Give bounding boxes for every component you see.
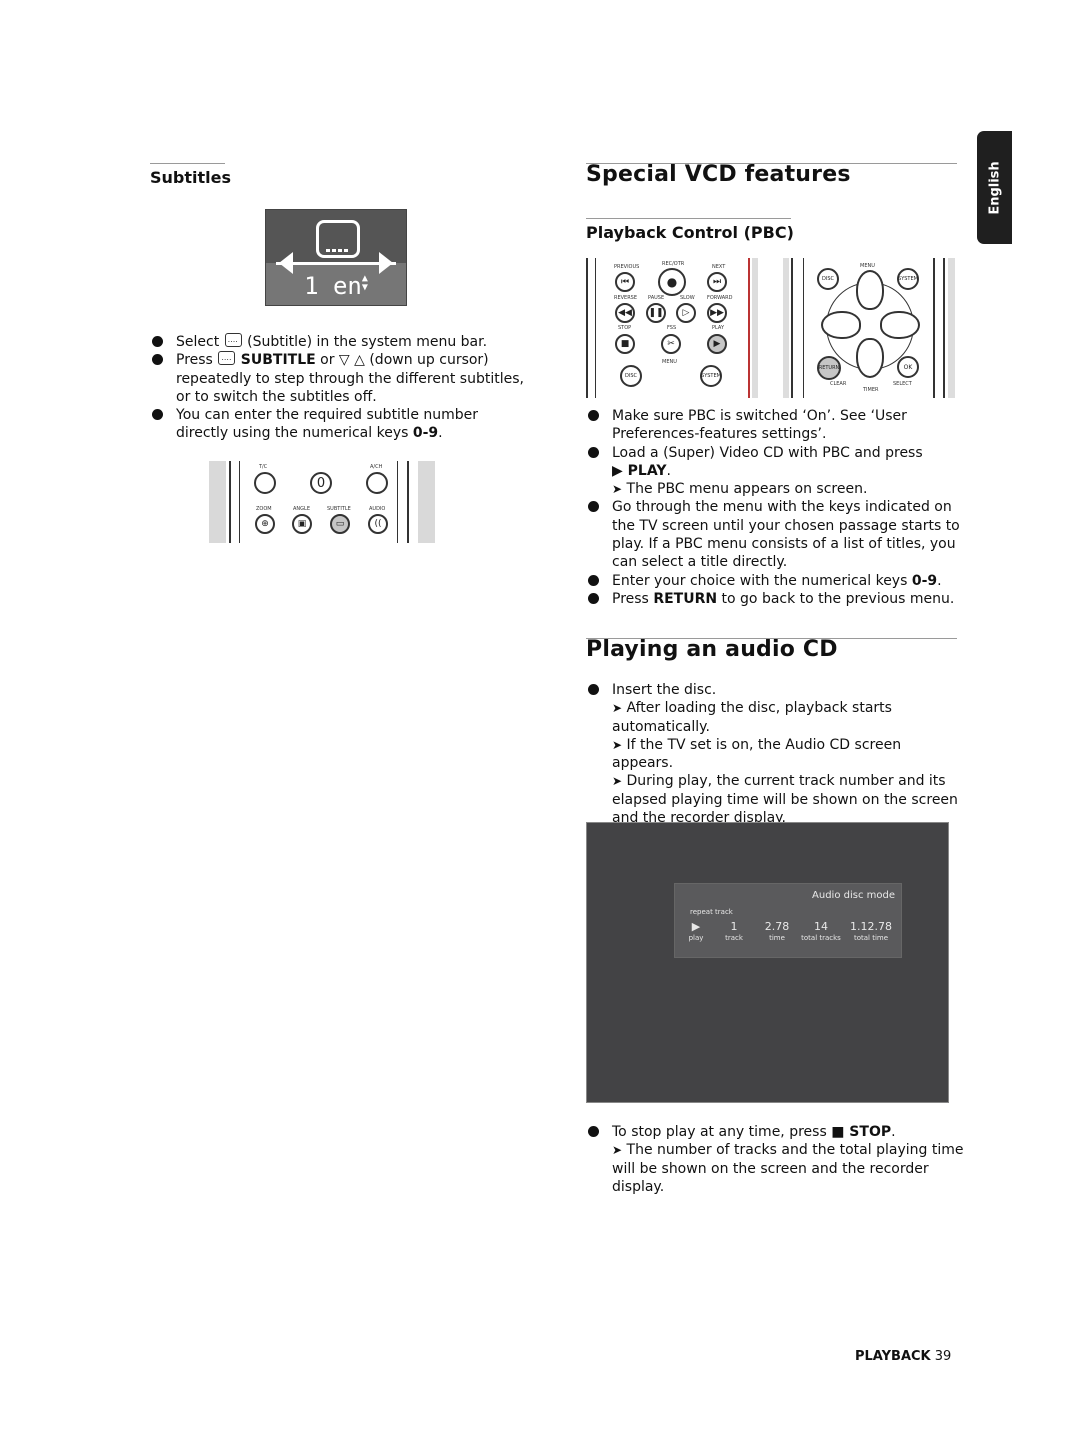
bullet-icon (588, 501, 599, 513)
system-button: SYSTEM (700, 365, 722, 387)
bullet-icon (588, 446, 599, 458)
angle-icon: ▣ (292, 514, 312, 534)
page-footer: PLAYBACK 39 (855, 1349, 951, 1364)
list-item: Select (Subtitle) in the system menu bar… (150, 331, 530, 351)
bullet-icon (588, 592, 599, 604)
slow-icon: ▷ (676, 303, 696, 323)
audio-disc-panel: Audio disc mode repeat track ▶ play 1 trac… (674, 883, 902, 958)
page-number: 39 (934, 1349, 952, 1364)
arrow-icon: ➤ (612, 701, 623, 716)
tc-button (254, 472, 276, 494)
list-item: Load a (Super) Video CD with PBC and pre… (586, 444, 966, 499)
record-icon: ● (658, 268, 686, 296)
disc-button: DISC (817, 268, 839, 290)
bullet-icon (152, 354, 163, 366)
list-item: Go through the menu with the keys indica… (586, 498, 966, 571)
pause-icon: ❚❚ (646, 303, 666, 323)
right-arrow-icon (880, 311, 920, 339)
remote-subtitle-image: T/C A/CH 0 ZOOM ANGLE SUBTITLE AUDIO ⊕ ▣… (209, 461, 435, 543)
subheading-rule (586, 218, 791, 219)
cd-column-total-time: 1.12.78 total time (850, 920, 892, 942)
section-label: PLAYBACK (855, 1349, 931, 1364)
arrow-icon: ➤ (612, 774, 623, 789)
return-button: RETURN (817, 356, 841, 380)
subtitle-icon (224, 331, 242, 349)
special-vcd-heading: Special VCD features (586, 162, 851, 187)
list-item: To stop play at any time, press ■ STOP. … (586, 1123, 966, 1196)
bullet-icon (588, 574, 599, 586)
previous-icon: ⏮ (615, 272, 635, 292)
list-item: Press SUBTITLE or ▽ △ (down up cursor) r… (150, 349, 530, 406)
audio-cd-heading: Playing an audio CD (586, 637, 838, 662)
subtitle-icon (218, 349, 236, 368)
arrow-icon: ➤ (612, 482, 623, 497)
heading-rule (150, 163, 225, 164)
forward-icon: ▶▶ (707, 303, 727, 323)
remote-pbc-image: PREVIOUS REC/OTR NEXT ⏮ ● ⏭ REVERSE PAUS… (586, 258, 758, 398)
subtitle-osd-image: 1 en▲ ▼ (265, 209, 407, 306)
disc-button: DISC (620, 365, 642, 387)
language-tab: English (977, 131, 1012, 244)
rewind-icon: ◀◀ (615, 303, 635, 323)
next-icon: ⏭ (707, 272, 727, 292)
audio-cd-screen-image: Audio disc mode repeat track ▶ play 1 trac… (586, 822, 949, 1103)
list-item: Press RETURN to go back to the previous … (586, 590, 966, 608)
left-arrow-icon (279, 252, 293, 274)
zoom-icon: ⊕ (255, 514, 275, 534)
disc-mode-label: Audio disc mode (812, 890, 895, 901)
system-button: SYSTEM (897, 268, 919, 290)
bullet-icon (588, 1126, 599, 1137)
list-item: Enter your choice with the numerical key… (586, 572, 966, 590)
language-label: English (987, 160, 1002, 215)
arrow-icon: ➤ (612, 737, 623, 752)
up-down-arrows-icon: ▲ ▼ (361, 273, 368, 293)
scissors-icon: ✂ (661, 334, 681, 354)
list-item: You can enter the required subtitle numb… (150, 406, 530, 443)
left-arrow-icon (821, 311, 861, 339)
zero-key: 0 (310, 472, 332, 494)
play-icon: ▶ (707, 334, 727, 354)
ok-button: OK (897, 356, 919, 378)
bullet-icon (152, 409, 163, 421)
audio-icon: (( (368, 514, 388, 534)
subtitle-value: 1 en (304, 272, 362, 300)
down-arrow-icon (856, 338, 884, 378)
pbc-heading: Playback Control (PBC) (586, 223, 794, 242)
subtitle-icon (316, 220, 360, 258)
up-arrow-icon (856, 270, 884, 310)
bullet-icon (588, 684, 599, 695)
remote-navigation-image: MENU DISC SYSTEM RETURN OK CLEAR TIMER S… (783, 258, 955, 398)
cd-column-total-tracks: 14 total tracks (801, 920, 841, 942)
bullet-icon (588, 410, 599, 421)
stop-icon: ■ (615, 334, 635, 354)
right-arrow-icon (379, 252, 393, 274)
subtitle-button-icon: ▭ (330, 514, 350, 534)
arrow-icon: ➤ (612, 1143, 623, 1158)
repeat-label: repeat track (690, 908, 733, 916)
ach-button (366, 472, 388, 494)
list-item: Make sure PBC is switched ‘On’. See ‘Use… (586, 407, 966, 444)
bullet-icon (152, 336, 163, 347)
subtitles-heading: Subtitles (150, 168, 232, 187)
list-item: Insert the disc. ➤ After loading the dis… (586, 681, 966, 827)
